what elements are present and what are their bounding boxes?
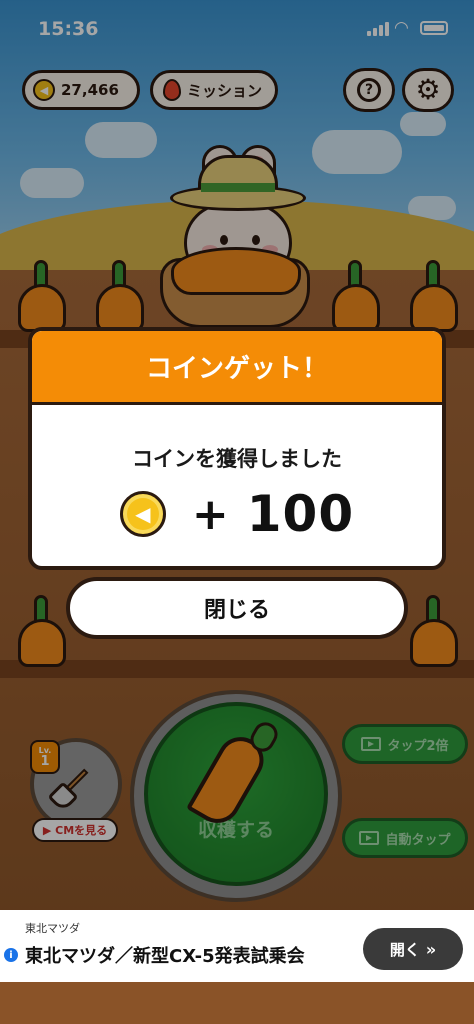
ad-open-label: 開く [389, 940, 420, 959]
reward-amount: 100 [246, 485, 355, 543]
ad-banner[interactable]: i 東北マツダ 東北マツダ／新型CX-5発表試乗会 開く » [0, 910, 474, 982]
ad-title[interactable]: 東北マツダ／新型CX-5発表試乗会 [25, 942, 305, 968]
ad-info-icon[interactable]: i [4, 948, 18, 962]
coin-icon: ◀ [119, 491, 166, 537]
dialog-message: コインを獲得しました [132, 447, 342, 471]
ad-advertiser: 東北マツダ [25, 922, 80, 935]
close-button[interactable]: 閉じる [66, 577, 408, 639]
dialog-title: コインゲット！ [32, 331, 442, 405]
reward-row: ◀ + 100 [32, 485, 442, 543]
bottom-field [0, 982, 474, 1024]
reward-dialog: コインゲット！ コインを獲得しました ◀ + 100 [28, 327, 446, 570]
chevron-right-icon: » [425, 939, 437, 959]
ad-open-button[interactable]: 開く » [363, 928, 463, 970]
reward-plus: + [191, 488, 229, 540]
